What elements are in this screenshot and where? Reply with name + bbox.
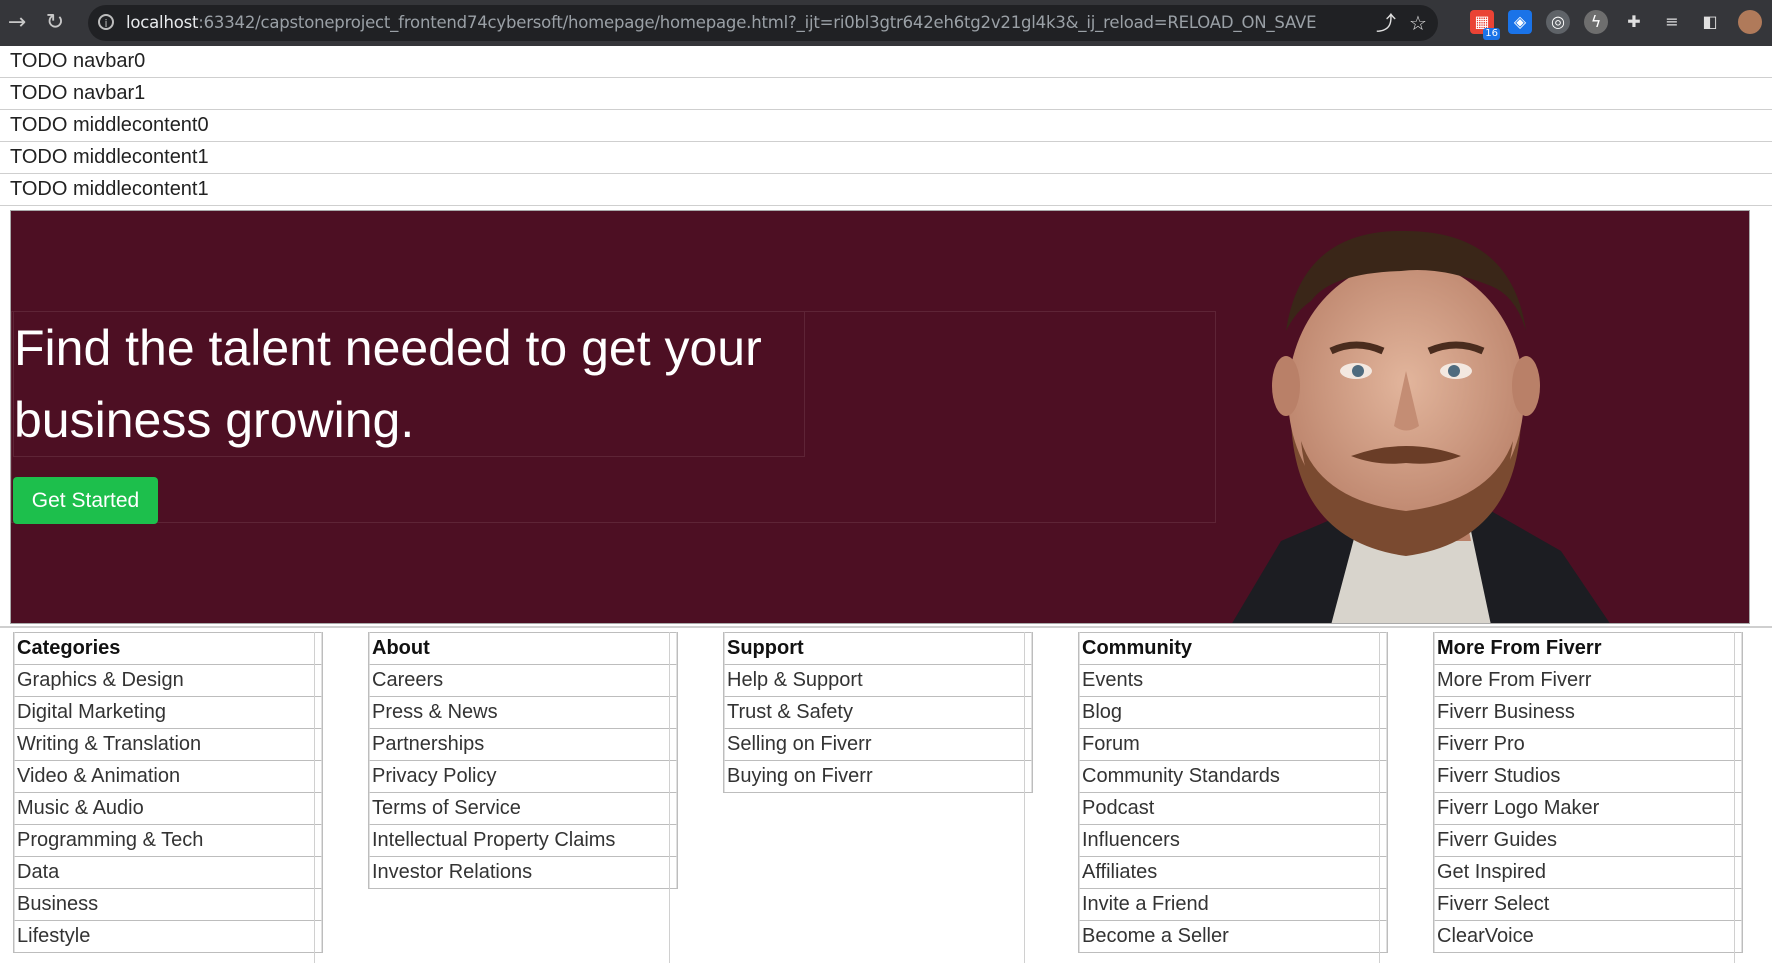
footer-link[interactable]: Fiverr Logo Maker <box>1434 792 1742 824</box>
browser-toolbar: → ↻ i localhost:63342/capstoneproject_fr… <box>0 0 1772 46</box>
footer-link[interactable]: Writing & Translation <box>14 728 322 760</box>
footer-column-categories: Categories Graphics & Design Digital Mar… <box>0 632 323 963</box>
footer-link[interactable]: Fiverr Select <box>1434 888 1742 920</box>
reload-icon[interactable]: ↻ <box>42 10 68 36</box>
footer-link[interactable]: Graphics & Design <box>14 664 322 696</box>
footer-link[interactable]: Video & Animation <box>14 760 322 792</box>
footer-column-community: Community Events Blog Forum Community St… <box>1065 632 1388 963</box>
footer-link[interactable]: Privacy Policy <box>369 760 677 792</box>
footer-heading-support: Support <box>724 632 1032 664</box>
hero-banner: Find the talent needed to get your busin… <box>10 210 1750 624</box>
footer-link[interactable]: Become a Seller <box>1079 920 1387 952</box>
footer-link[interactable]: Investor Relations <box>369 856 677 888</box>
footer-link[interactable]: More From Fiverr <box>1434 664 1742 696</box>
footer-link[interactable]: Music & Audio <box>14 792 322 824</box>
get-started-button[interactable]: Get Started <box>13 477 158 524</box>
footer-heading-more-from-fiverr: More From Fiverr <box>1434 632 1742 664</box>
footer-column-more-from-fiverr: More From Fiverr More From Fiverr Fiverr… <box>1420 632 1743 963</box>
footer-heading-community: Community <box>1079 632 1387 664</box>
todo-middlecontent1-duplicate: TODO middlecontent1 <box>0 174 1772 206</box>
media-controls-icon[interactable]: ≡ <box>1660 10 1684 34</box>
footer-link[interactable]: Press & News <box>369 696 677 728</box>
url-host: localhost <box>126 13 199 32</box>
footer-link[interactable]: Influencers <box>1079 824 1387 856</box>
shield-extension-icon[interactable]: ◈ <box>1508 10 1532 34</box>
footer-link[interactable]: Lifestyle <box>14 920 322 952</box>
calendar-extension-icon[interactable]: ▦ 16 <box>1470 10 1500 40</box>
footer-link[interactable]: Forum <box>1079 728 1387 760</box>
footer-link[interactable]: Blog <box>1079 696 1387 728</box>
todo-middlecontent0: TODO middlecontent0 <box>0 110 1772 142</box>
footer-column-about: About Careers Press & News Partnerships … <box>355 632 678 963</box>
footer-heading-categories: Categories <box>14 632 322 664</box>
extensions-puzzle-icon[interactable]: ✚ <box>1622 10 1646 34</box>
footer-link[interactable]: Careers <box>369 664 677 696</box>
footer-link[interactable]: Digital Marketing <box>14 696 322 728</box>
url-path: :63342/capstoneproject_frontend74cyberso… <box>198 13 1317 32</box>
footer-link[interactable]: Community Standards <box>1079 760 1387 792</box>
address-bar[interactable]: i localhost:63342/capstoneproject_fronte… <box>88 5 1438 41</box>
footer-link[interactable]: Podcast <box>1079 792 1387 824</box>
footer-column-support: Support Help & Support Trust & Safety Se… <box>710 632 1033 963</box>
footer-link[interactable]: Intellectual Property Claims <box>369 824 677 856</box>
footer-link[interactable]: Events <box>1079 664 1387 696</box>
todo-middlecontent1: TODO middlecontent1 <box>0 142 1772 174</box>
footer-link[interactable]: Buying on Fiverr <box>724 760 1032 792</box>
footer-link[interactable]: Trust & Safety <box>724 696 1032 728</box>
side-panel-icon[interactable]: ◧ <box>1698 10 1722 34</box>
footer-link[interactable]: Selling on Fiverr <box>724 728 1032 760</box>
site-info-icon[interactable]: i <box>98 14 114 30</box>
footer-link[interactable]: Fiverr Guides <box>1434 824 1742 856</box>
footer-link[interactable]: Help & Support <box>724 664 1032 696</box>
todo-navbar0: TODO navbar0 <box>0 46 1772 78</box>
todo-list: TODO navbar0 TODO navbar1 TODO middlecon… <box>0 46 1772 206</box>
page-body: TODO navbar0 TODO navbar1 TODO middlecon… <box>0 46 1772 963</box>
footer-link[interactable]: Invite a Friend <box>1079 888 1387 920</box>
footer-link[interactable]: Affiliates <box>1079 856 1387 888</box>
footer-link[interactable]: Terms of Service <box>369 792 677 824</box>
footer-link[interactable]: Fiverr Pro <box>1434 728 1742 760</box>
extension-badge: 16 <box>1483 28 1500 40</box>
footer-link[interactable]: Partnerships <box>369 728 677 760</box>
footer-link[interactable]: Fiverr Business <box>1434 696 1742 728</box>
url-text[interactable]: localhost:63342/capstoneproject_frontend… <box>126 5 1317 41</box>
footer-link[interactable]: Get Inspired <box>1434 856 1742 888</box>
footer-link[interactable]: Business <box>14 888 322 920</box>
share-icon[interactable]: ⤴ <box>1374 11 1398 35</box>
bookmark-star-icon[interactable]: ☆ <box>1406 11 1430 35</box>
feather-extension-icon[interactable]: ϟ <box>1584 10 1608 34</box>
profile-avatar[interactable] <box>1738 10 1762 34</box>
hero-person-image <box>1232 230 1610 623</box>
footer-links: Categories Graphics & Design Digital Mar… <box>0 626 1772 963</box>
footer-link[interactable]: ClearVoice <box>1434 920 1742 952</box>
footer-heading-about: About <box>369 632 677 664</box>
forward-icon[interactable]: → <box>4 10 30 36</box>
footer-link[interactable]: Data <box>14 856 322 888</box>
glasses-extension-icon[interactable]: ◎ <box>1546 10 1570 34</box>
todo-navbar1: TODO navbar1 <box>0 78 1772 110</box>
footer-link[interactable]: Programming & Tech <box>14 824 322 856</box>
hero-title: Find the talent needed to get your busin… <box>13 311 805 457</box>
footer-link[interactable]: Fiverr Studios <box>1434 760 1742 792</box>
